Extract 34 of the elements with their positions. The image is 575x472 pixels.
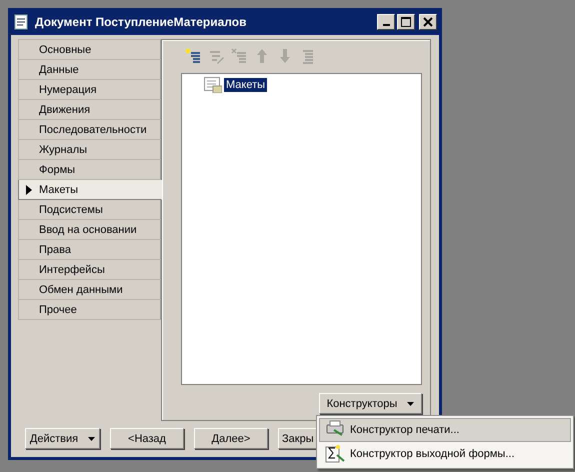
close-icon [423, 17, 433, 27]
button[interactable]: Далее> [194, 428, 268, 449]
button[interactable]: Действия [25, 428, 100, 449]
button[interactable]: <Назад [110, 428, 184, 449]
tab[interactable]: Нумерация [18, 80, 161, 100]
close-button[interactable] [419, 14, 437, 30]
tab[interactable]: Подсистемы [18, 200, 161, 220]
constructors-button[interactable]: Конструкторы [319, 393, 422, 414]
tab[interactable]: Макеты [18, 180, 162, 200]
tab[interactable]: Интерфейсы [18, 260, 161, 280]
tab[interactable]: Журналы [18, 140, 161, 160]
template-icon [204, 77, 222, 93]
tab[interactable]: Прочее [18, 300, 161, 320]
tab[interactable]: Формы [18, 160, 161, 180]
tab[interactable]: Обмен данными [18, 280, 161, 300]
tab[interactable]: Ввод на основании [18, 220, 161, 240]
tree-item[interactable]: Макеты [224, 78, 268, 92]
tab[interactable]: Данные [18, 60, 161, 80]
sum-icon [325, 444, 345, 464]
tab[interactable]: Права [18, 240, 161, 260]
tab[interactable]: Движения [18, 100, 161, 120]
minimize-button[interactable] [377, 14, 395, 30]
menu-item[interactable]: Конструктор печати... [319, 418, 571, 442]
caret-icon [407, 402, 414, 406]
maximize-button[interactable] [397, 14, 415, 30]
tree-view[interactable]: Макеты [181, 73, 422, 385]
maximize-icon [401, 17, 411, 27]
window-title: Документ ПоступлениеМатериалов [35, 15, 248, 29]
tab[interactable]: Основные [18, 39, 161, 60]
minimize-icon [382, 24, 390, 26]
add-icon[interactable] [185, 48, 201, 64]
tab[interactable]: Последовательности [18, 120, 161, 140]
document-icon [13, 14, 29, 30]
pointer-icon [26, 184, 32, 194]
